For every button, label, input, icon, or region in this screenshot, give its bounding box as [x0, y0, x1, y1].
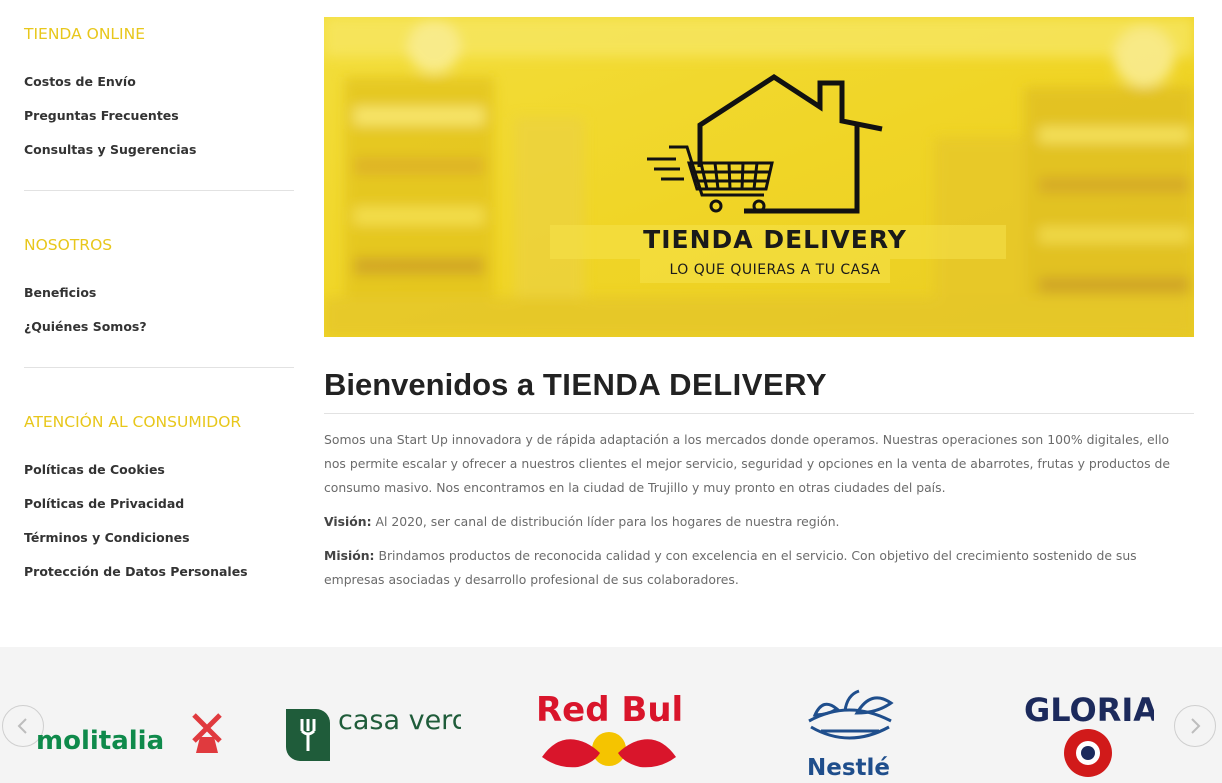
tienda-delivery-logo: [550, 74, 1006, 283]
about-text: Somos una Start Up innovadora y de rápid…: [324, 428, 1194, 592]
mision-label: Misión:: [324, 548, 375, 563]
molitalia-logo[interactable]: molitalia: [36, 707, 226, 757]
brand-logo-molitalia: molitalia: [36, 726, 164, 756]
bull-right-icon: [618, 739, 676, 768]
section-tienda-online: TIENDA ONLINE Costos de Envío Preguntas …: [24, 17, 196, 167]
link-politicas-privacidad[interactable]: Políticas de Privacidad: [24, 487, 248, 521]
mision-text: Brindamos productos de reconocida calida…: [324, 548, 1137, 587]
sun-icon: [592, 732, 626, 766]
windmill-icon: [192, 713, 222, 753]
link-politicas-cookies[interactable]: Políticas de Cookies: [24, 453, 248, 487]
link-beneficios[interactable]: Beneficios: [24, 276, 147, 310]
sidebar-divider: [24, 367, 294, 368]
main-content: Bienvenidos a TIENDA DELIVERY Somos una …: [324, 360, 1194, 602]
redbull-logo[interactable]: Red Bull: [536, 687, 682, 777]
link-terminos-condiciones[interactable]: Términos y Condiciones: [24, 521, 248, 555]
brand-logo-casaverde: casa verde: [338, 705, 461, 736]
brand-logo-nestle: Nestlé: [807, 755, 890, 781]
page-title: Bienvenidos a TIENDA DELIVERY: [324, 360, 1194, 414]
bull-left-icon: [542, 739, 600, 768]
hero-banner: TIENDA DELIVERY LO QUE QUIERAS A TU CASA: [324, 17, 1194, 337]
menu-nosotros: Beneficios ¿Quiénes Somos?: [24, 276, 147, 344]
shopping-cart-icon: [647, 145, 774, 213]
section-title-tienda-online: TIENDA ONLINE: [24, 25, 146, 43]
nest-birds-icon: [808, 689, 894, 740]
gloria-logo[interactable]: GLORIA: [1024, 687, 1154, 779]
section-atencion-consumidor: ATENCIÓN AL CONSUMIDOR Políticas de Cook…: [24, 405, 248, 589]
vision-paragraph: Visión: Al 2020, ser canal de distribuci…: [324, 510, 1194, 534]
section-title-atencion-consumidor: ATENCIÓN AL CONSUMIDOR: [24, 413, 242, 431]
brand-logo-redbull: Red Bull: [536, 690, 682, 730]
mision-paragraph: Misión: Brindamos productos de reconocid…: [324, 544, 1194, 592]
brand-logo-gloria: GLORIA: [1024, 691, 1154, 729]
link-preguntas-frecuentes[interactable]: Preguntas Frecuentes: [24, 99, 196, 133]
vision-text: Al 2020, ser canal de distribución líder…: [375, 514, 840, 529]
menu-atencion-consumidor: Políticas de Cookies Políticas de Privac…: [24, 453, 248, 589]
link-quienes-somos[interactable]: ¿Quiénes Somos?: [24, 310, 147, 344]
carousel-next-button[interactable]: [1174, 705, 1216, 747]
banner-tagline: LO QUE QUIERAS A TU CASA: [669, 262, 881, 278]
casaverde-logo[interactable]: casa verde: [286, 703, 461, 763]
house-icon: [697, 74, 883, 214]
link-costos-envio[interactable]: Costos de Envío: [24, 65, 196, 99]
page: TIENDA ONLINE Costos de Envío Preguntas …: [0, 0, 1222, 783]
banner-brand-title: TIENDA DELIVERY: [643, 225, 907, 254]
section-nosotros: NOSOTROS Beneficios ¿Quiénes Somos?: [24, 228, 147, 344]
page-title-prefix: Bienvenidos a: [324, 367, 535, 402]
intro-paragraph: Somos una Start Up innovadora y de rápid…: [324, 432, 1170, 495]
chevron-right-icon: [1191, 718, 1201, 734]
link-proteccion-datos[interactable]: Protección de Datos Personales: [24, 555, 248, 589]
brands-carousel: molitalia casa verde Red Bull: [0, 647, 1222, 783]
sidebar-divider: [24, 190, 294, 191]
section-title-nosotros: NOSOTROS: [24, 236, 113, 254]
nestle-logo[interactable]: Nestlé: [803, 685, 898, 781]
link-consultas-sugerencias[interactable]: Consultas y Sugerencias: [24, 133, 196, 167]
menu-tienda-online: Costos de Envío Preguntas Frecuentes Con…: [24, 65, 196, 167]
vision-label: Visión:: [324, 514, 372, 529]
page-title-brand: TIENDA DELIVERY: [542, 367, 828, 402]
chevron-left-icon: [17, 718, 27, 734]
